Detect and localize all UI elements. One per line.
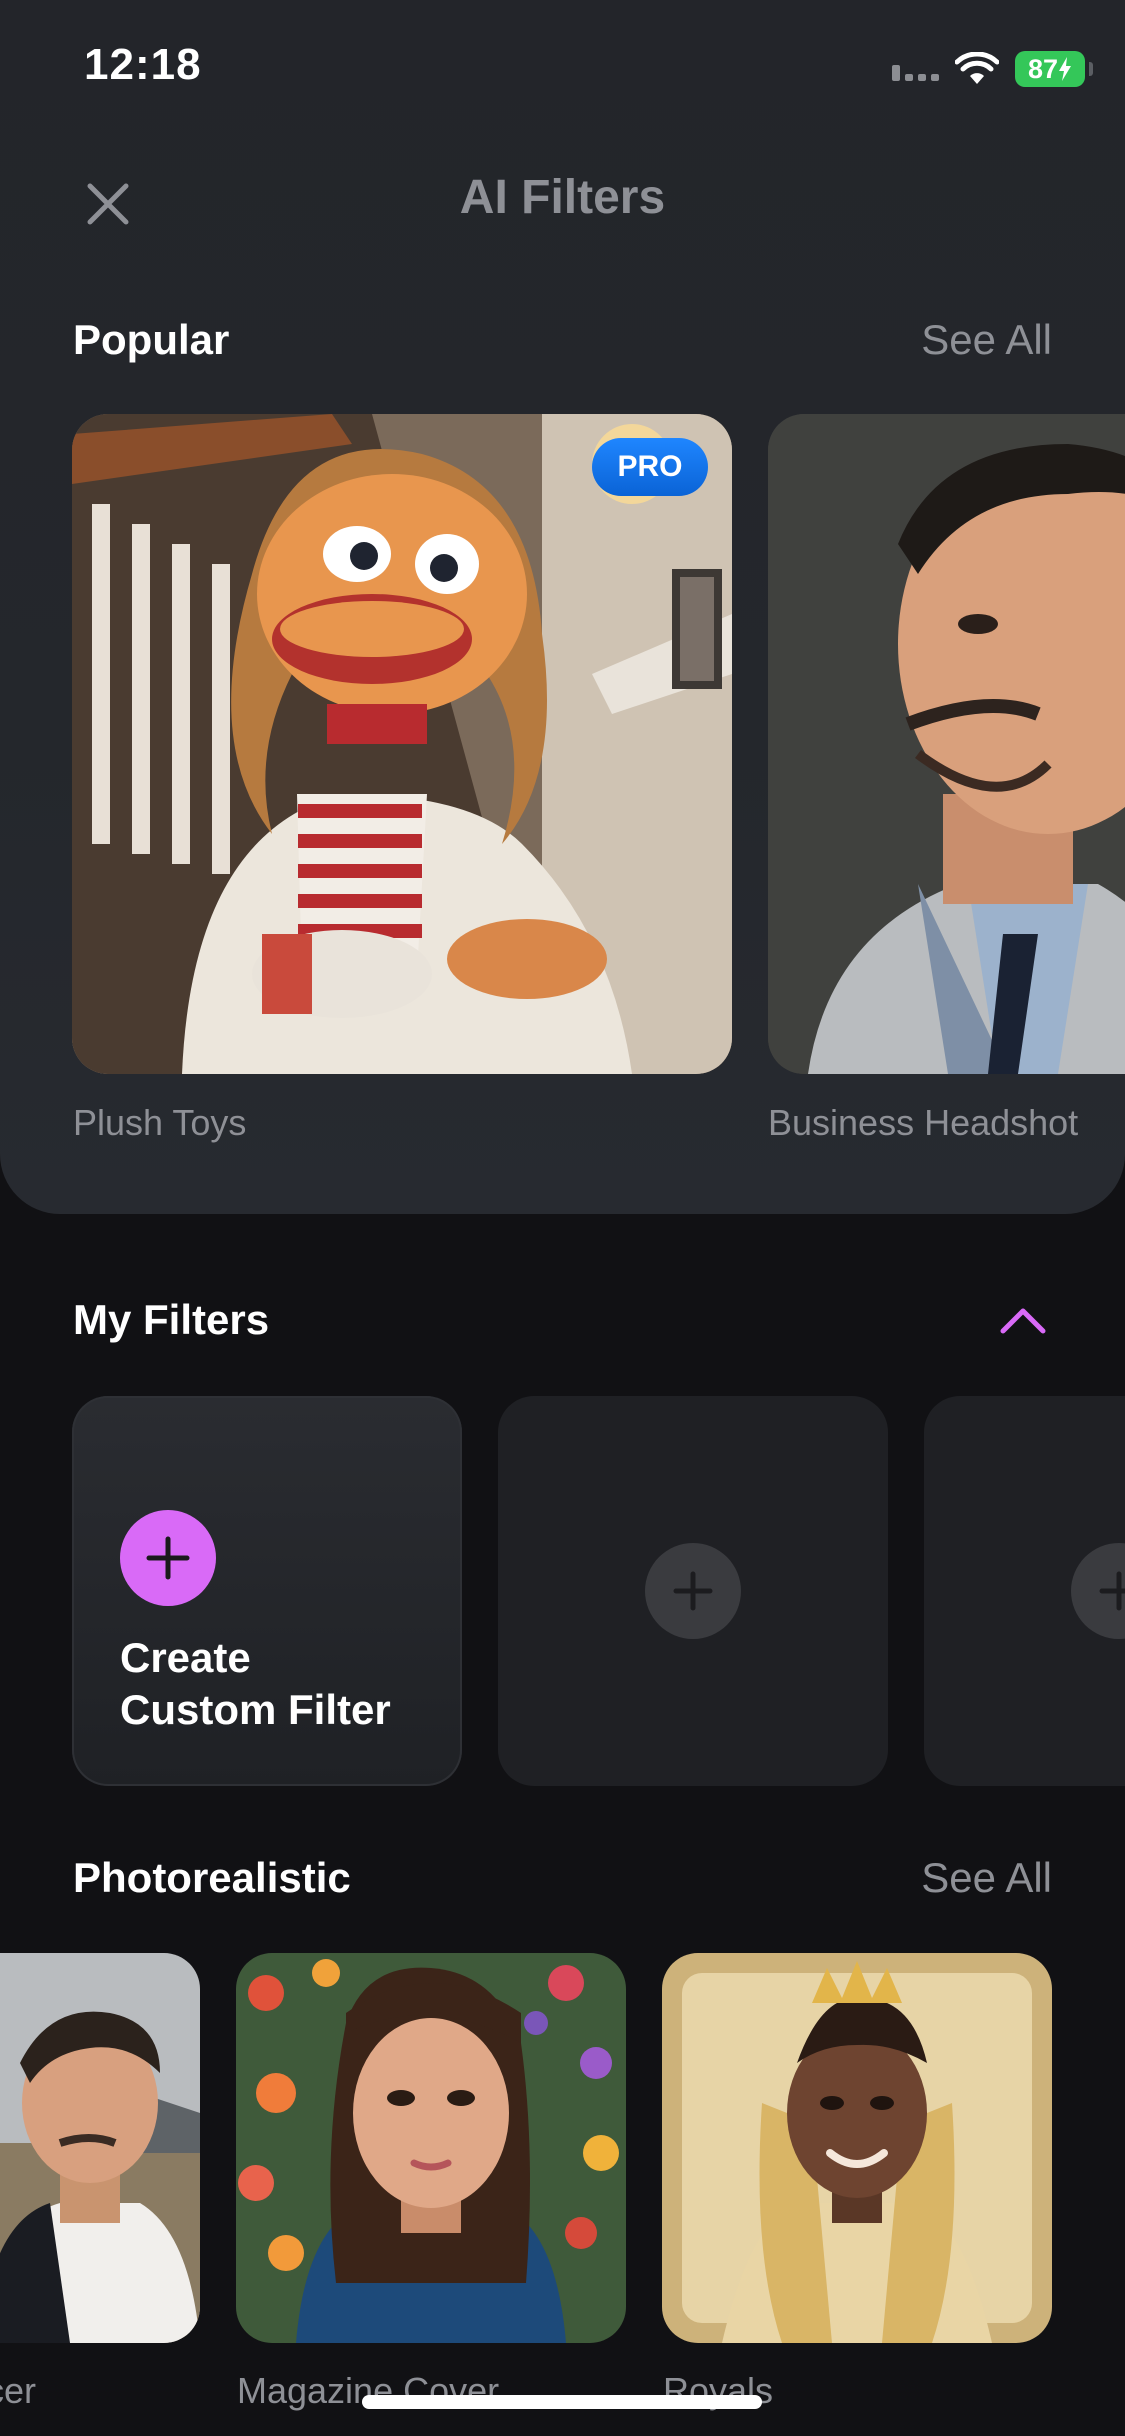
charging-bolt-icon — [1059, 57, 1072, 81]
wifi-icon — [955, 52, 999, 84]
plush-toys-image — [72, 414, 732, 1074]
battery-icon: 87 — [1015, 51, 1093, 87]
plush-toys-label: Plush Toys — [73, 1102, 247, 1143]
photorealistic-see-all-link[interactable]: See All — [921, 1854, 1052, 1902]
pro-badge: PRO — [592, 438, 708, 496]
collapse-my-filters-button[interactable] — [991, 1292, 1055, 1348]
my-filters-section-title: My Filters — [73, 1296, 270, 1343]
business-headshot-card[interactable] — [768, 414, 1125, 1074]
empty-filter-slot[interactable] — [498, 1396, 888, 1786]
create-custom-filter-label: Create Custom Filter — [120, 1632, 391, 1736]
business-headshot-label: Business Headshot — [768, 1102, 1079, 1143]
battery-level: 87 — [1027, 53, 1059, 84]
officer-photo-card[interactable] — [0, 1953, 200, 2343]
add-filter-plus-icon — [1071, 1543, 1125, 1639]
status-time: 12:18 — [84, 40, 202, 89]
empty-filter-slot[interactable] — [924, 1396, 1125, 1786]
status-icons: 87 — [892, 46, 1093, 92]
business-headshot-image — [768, 414, 1125, 1074]
royals-image — [662, 1953, 1052, 2343]
chevron-up-icon — [1000, 1308, 1046, 1334]
home-indicator[interactable] — [362, 2395, 762, 2409]
create-label-line2: Custom Filter — [120, 1686, 391, 1733]
plush-toys-card[interactable]: PRO — [72, 414, 732, 1074]
add-filter-plus-icon — [645, 1543, 741, 1639]
officer-image — [0, 1953, 200, 2343]
magazine-cover-card[interactable] — [236, 1953, 626, 2343]
ai-filters-screen: 12:18 87 AI Filters Popular See All PRO … — [0, 0, 1125, 2436]
photorealistic-section-title: Photorealistic — [73, 1854, 351, 1901]
top-panel: 12:18 87 AI Filters Popular See All PRO … — [0, 0, 1125, 1214]
create-filter-plus-icon — [120, 1510, 216, 1606]
cellular-signal-icon — [892, 57, 939, 81]
officer-label: cer — [0, 2370, 37, 2411]
popular-section-title: Popular — [73, 316, 230, 363]
popular-see-all-link[interactable]: See All — [921, 316, 1052, 364]
page-title: AI Filters — [459, 171, 666, 224]
create-custom-filter-tile[interactable]: Create Custom Filter — [72, 1396, 462, 1786]
magazine-cover-image — [236, 1953, 626, 2343]
create-label-line1: Create — [120, 1634, 251, 1681]
royals-card[interactable] — [662, 1953, 1052, 2343]
